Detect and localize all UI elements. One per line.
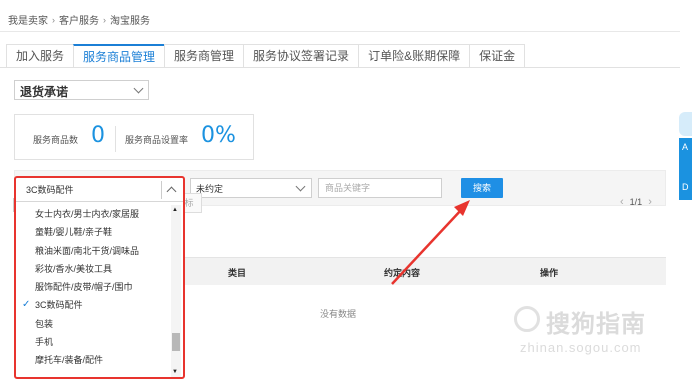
setting-rate-value: 0% xyxy=(201,123,236,148)
tab-agreement-records[interactable]: 服务协议签署记录 xyxy=(243,44,360,68)
stats-divider xyxy=(115,126,116,152)
keyword-search-input[interactable] xyxy=(319,179,441,197)
tab-provider-management[interactable]: 服务商管理 xyxy=(164,44,245,68)
category-option[interactable]: 摩托车/装备/配件 xyxy=(20,351,170,369)
category-option[interactable]: 包装 xyxy=(20,315,170,333)
page-indicator: 1/1 xyxy=(629,197,643,207)
tab-join-service[interactable]: 加入服务 xyxy=(6,44,75,68)
column-header-actions: 操作 xyxy=(540,268,559,278)
category-option-list: 女士内衣/男士内衣/家居服 童鞋/婴儿鞋/亲子鞋粮油米面/南北干货/调味品 彩妆/香… xyxy=(20,205,170,370)
breadcrumb-item-taobao-service: 淘宝服务 xyxy=(110,16,150,27)
category-option[interactable]: ✓ 3C数码配件 xyxy=(20,296,170,314)
next-page-icon[interactable]: › xyxy=(648,196,652,208)
scroll-down-icon[interactable]: ▼ xyxy=(172,369,178,375)
breadcrumb-separator: › xyxy=(103,14,106,25)
category-option[interactable]: 童鞋/婴儿鞋/亲子鞋 xyxy=(20,223,170,241)
stats-panel: 服务商品数 0 服务商品设置率 0% xyxy=(14,114,254,160)
scroll-up-icon[interactable]: ▲ xyxy=(172,207,178,213)
category-option-label: 手机 xyxy=(35,337,54,348)
category-option-label: 摩托车/装备/配件 xyxy=(35,355,104,366)
chevron-down-icon xyxy=(133,83,144,94)
side-help-widget[interactable]: A D xyxy=(679,112,692,202)
search-button[interactable]: 搜索 xyxy=(461,178,503,198)
checkmark-icon: ✓ xyxy=(22,299,31,311)
category-option-label: 包装 xyxy=(35,318,54,329)
watermark-text: 搜狗指南 xyxy=(546,311,646,338)
keyword-search-field[interactable] xyxy=(318,178,442,198)
service-type-select[interactable]: 退货承诺 xyxy=(14,80,149,100)
category-option-label: 粮油米面/南北干货/调味品 xyxy=(35,245,140,256)
side-widget-char: A xyxy=(682,142,689,152)
help-avatar-icon[interactable] xyxy=(679,112,692,136)
empty-table-message: 没有数据 xyxy=(320,309,357,319)
watermark-url: zhinan.sogou.com xyxy=(520,340,642,355)
category-option[interactable]: 女士内衣/男士内衣/家居服 xyxy=(20,205,170,223)
category-option[interactable]: 粮油米面/南北干货/调味品 xyxy=(20,242,170,260)
category-option-label: 童鞋/婴儿鞋/亲子鞋 xyxy=(35,227,113,238)
dropdown-scrollbar[interactable]: ▲ ▼ xyxy=(171,205,181,377)
category-option-label: 女士内衣/男士内衣/家居服 xyxy=(35,209,140,219)
prev-page-icon[interactable]: ‹ xyxy=(620,196,624,208)
category-option-label: 彩妆/香水/美妆工具 xyxy=(35,263,113,274)
side-widget-panel[interactable]: A D xyxy=(679,138,692,200)
agreement-select[interactable]: 未约定 xyxy=(190,178,312,198)
side-widget-char: D xyxy=(682,182,689,192)
dropdown-toggle[interactable] xyxy=(161,181,181,199)
breadcrumb: 我是卖家 › 客户服务 › 淘宝服务 xyxy=(8,12,150,28)
column-header-agreement: 约定内容 xyxy=(384,268,421,278)
chevron-down-icon xyxy=(295,181,306,192)
pagination: ‹ 1/1 › xyxy=(620,196,652,208)
header-divider xyxy=(0,31,680,32)
goods-count-label: 服务商品数 xyxy=(33,135,79,145)
tab-bar: 加入服务 服务商品管理 服务商管理 服务协议签署记录 订单险&账期保障 保证金 xyxy=(6,44,526,68)
scrollbar-thumb[interactable] xyxy=(172,333,180,351)
tab-order-insurance[interactable]: 订单险&账期保障 xyxy=(358,44,471,68)
category-select[interactable]: 3C数码配件 xyxy=(16,178,183,202)
tab-deposit[interactable]: 保证金 xyxy=(469,44,526,68)
breadcrumb-item-seller[interactable]: 我是卖家 xyxy=(8,12,48,27)
breadcrumb-separator: › xyxy=(52,14,55,25)
category-select-value: 3C数码配件 xyxy=(26,185,74,195)
chevron-up-icon xyxy=(166,186,177,197)
category-option-label: 3C数码配件 xyxy=(35,300,83,311)
category-option[interactable]: 服饰配件/皮带/帽子/围巾 xyxy=(20,278,170,296)
category-dropdown-open[interactable]: 3C数码配件 女士内衣/男士内衣/家居服 童鞋/婴儿鞋/亲子鞋粮油米面/南北干货/… xyxy=(14,176,185,379)
goods-count-value: 0 xyxy=(91,123,105,148)
breadcrumb-item-customer-service[interactable]: 客户服务 xyxy=(59,12,99,27)
service-type-value: 退货承诺 xyxy=(20,85,69,99)
category-option[interactable]: 彩妆/香水/美妆工具 xyxy=(20,260,170,278)
category-option[interactable]: 手机 xyxy=(20,333,170,351)
column-header-category: 类目 xyxy=(228,268,247,278)
category-option-label: 服饰配件/皮带/帽子/围巾 xyxy=(35,282,133,293)
setting-rate-label: 服务商品设置率 xyxy=(125,135,189,145)
tab-divider xyxy=(0,67,680,68)
tab-service-goods-management[interactable]: 服务商品管理 xyxy=(73,44,166,68)
